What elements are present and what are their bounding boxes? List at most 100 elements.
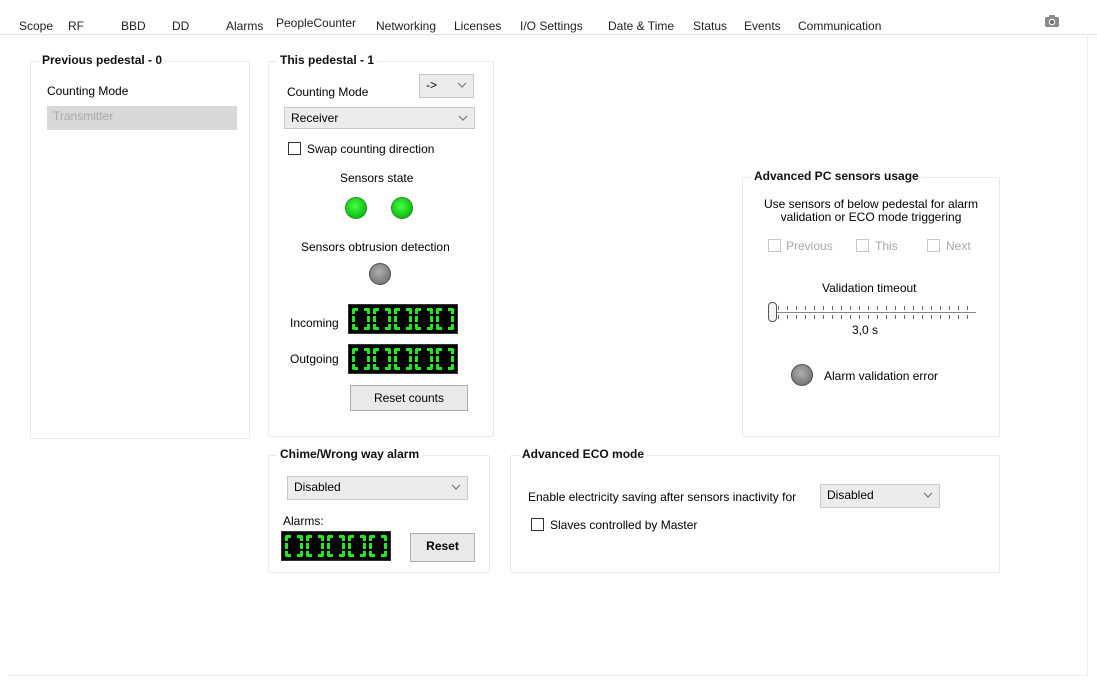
slider-tick [931,306,932,310]
validation-timeout-value: 3,0 s [852,323,879,337]
reset-alarms-button[interactable]: Reset [410,533,475,562]
previous-counting-mode-value: Transmitter [53,109,114,123]
tab-bbd[interactable]: BBD [121,19,146,33]
tab-io-settings[interactable]: I/O Settings [520,19,583,33]
advanced-eco-title: Advanced ECO mode [519,447,648,461]
direction-select[interactable]: -> [419,74,474,98]
alarm-validation-error-led [791,364,813,386]
previous-label: Previous [786,239,833,253]
tab-communication[interactable]: Communication [798,19,881,33]
outgoing-counter [348,344,458,374]
counting-mode-select[interactable]: Receiver [284,107,475,129]
counting-mode-value: Receiver [291,111,339,125]
tab-peoplecounter[interactable]: PeopleCounter [276,16,356,30]
eco-inactivity-value: Disabled [827,488,874,502]
chime-mode-value: Disabled [294,480,341,494]
slider-tick [949,306,950,310]
slider-tick [823,315,824,319]
slider-tick [940,306,941,310]
alarms-label: Alarms: [283,514,324,528]
counter-digit [352,348,370,370]
this-label: This [875,239,898,253]
slider-thumb[interactable] [768,302,777,322]
obstruction-led [369,263,391,285]
camera-icon[interactable] [1044,14,1060,28]
next-checkbox[interactable] [927,239,940,252]
slider-tick [832,306,833,310]
slider-tick [859,315,860,319]
reset-counts-button[interactable]: Reset counts [350,385,468,411]
slider-tick [967,306,968,310]
previous-checkbox[interactable] [768,239,781,252]
this-checkbox[interactable] [856,239,869,252]
counter-digit [306,535,324,557]
incoming-label: Incoming [290,316,339,330]
counter-digit [415,348,433,370]
counter-digit [285,535,303,557]
chevron-down-icon [923,492,933,498]
outgoing-label: Outgoing [290,352,339,366]
slider-tick [823,306,824,310]
slider-tick [859,306,860,310]
slider-tick [904,306,905,310]
slider-tick [949,315,950,319]
tab-licenses[interactable]: Licenses [454,19,501,33]
tab-bar: Scope RF BBD DD Alarms PeopleCounter Net… [0,0,1097,34]
slider-tick [877,315,878,319]
counter-digit [394,308,412,330]
direction-value: -> [426,78,438,92]
counter-digit [394,348,412,370]
tab-networking[interactable]: Networking [376,19,436,33]
counter-digit [348,535,366,557]
tab-alarms[interactable]: Alarms [226,19,263,33]
slider-tick [958,306,959,310]
counter-digit [436,308,454,330]
slider-tick [841,315,842,319]
slider-tick [895,306,896,310]
tab-rf[interactable]: RF [68,19,84,33]
alarm-validation-error-label: Alarm validation error [824,369,939,383]
slider-tick [913,315,914,319]
sensors-state-label: Sensors state [340,171,414,185]
previous-pedestal-title: Previous pedestal - 0 [39,53,166,67]
eco-inactivity-select[interactable]: Disabled [820,484,940,508]
counter-digit [327,535,345,557]
tab-date-time[interactable]: Date & Time [608,19,674,33]
this-pedestal-title: This pedestal - 1 [277,53,378,67]
slider-tick [895,315,896,319]
slider-tick [787,306,788,310]
tab-status[interactable]: Status [693,19,727,33]
validation-timeout-slider[interactable] [764,300,978,324]
slider-tick [805,306,806,310]
alarms-counter [281,531,391,561]
tab-dd[interactable]: DD [172,19,189,33]
slider-tick [931,315,932,319]
counter-digit [369,535,387,557]
next-label: Next [946,239,971,253]
slider-tick [913,306,914,310]
validation-timeout-label: Validation timeout [822,281,917,295]
chime-mode-select[interactable]: Disabled [287,476,468,500]
previous-pedestal-group: Previous pedestal - 0 Counting Mode Tran… [30,53,250,439]
slider-tick [805,315,806,319]
advanced-eco-group: Advanced ECO mode [510,447,1000,573]
tab-scope[interactable]: Scope [19,19,53,33]
counter-digit [373,308,391,330]
slider-tick [958,315,959,319]
slider-tick [778,315,779,319]
tab-separator [0,34,1097,35]
slaves-controlled-checkbox[interactable] [531,518,544,531]
slider-tick [832,315,833,319]
slider-tick [841,306,842,310]
slider-tick [922,306,923,310]
counter-digit [436,348,454,370]
counter-digit [373,348,391,370]
slider-tick [778,306,779,310]
slider-tick [886,306,887,310]
slider-tick [886,315,887,319]
swap-counting-direction-checkbox[interactable] [288,142,301,155]
slider-tick [787,315,788,319]
slider-tick [967,315,968,319]
slider-tick [796,315,797,319]
tab-events[interactable]: Events [744,19,781,33]
